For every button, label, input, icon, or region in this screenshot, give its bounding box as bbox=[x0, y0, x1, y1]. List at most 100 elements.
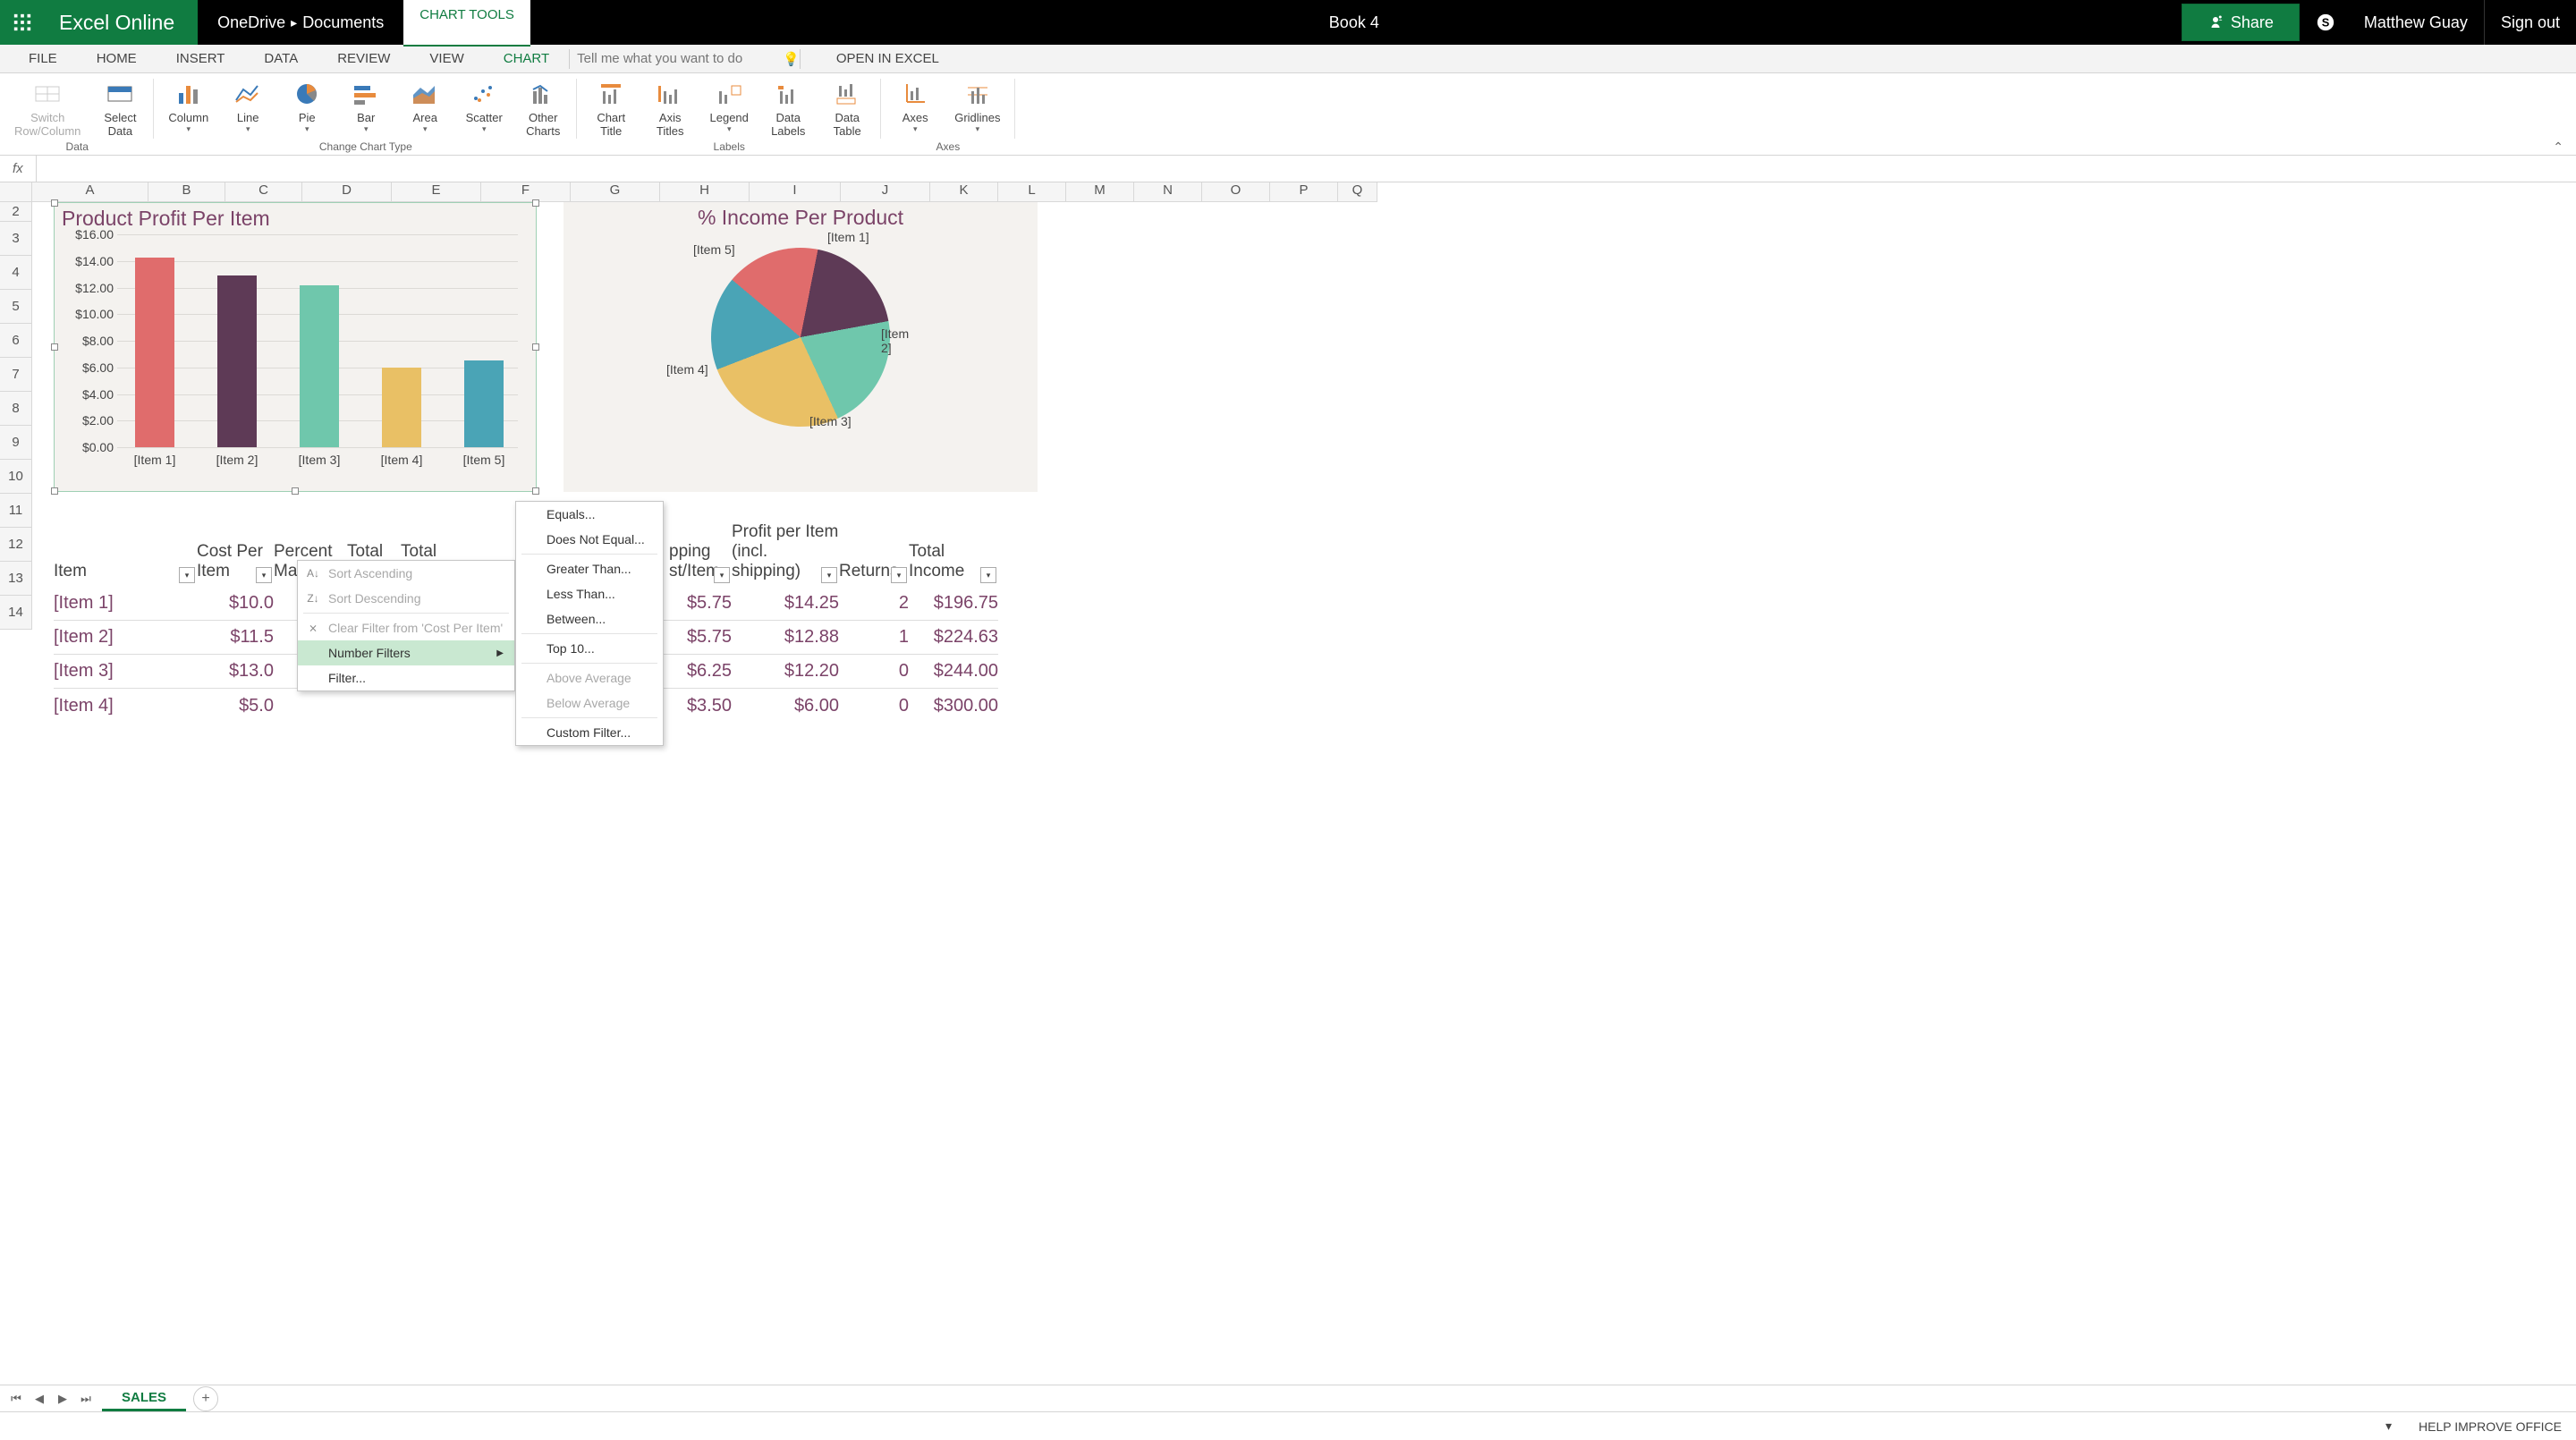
other-charts-button[interactable]: Other Charts bbox=[516, 77, 570, 141]
less-than-item[interactable]: Less Than... bbox=[516, 581, 663, 606]
column-header[interactable]: C bbox=[225, 182, 302, 202]
column-header[interactable]: G bbox=[571, 182, 660, 202]
filter-dropdown-button[interactable]: ▾ bbox=[821, 567, 837, 583]
row-header[interactable]: 3 bbox=[0, 222, 32, 256]
gridlines-button[interactable]: Gridlines▾ bbox=[947, 77, 1007, 141]
sort-descending-item[interactable]: Z↓Sort Descending bbox=[298, 586, 514, 611]
data-labels-button[interactable]: Data Labels bbox=[761, 77, 815, 141]
select-data-button[interactable]: Select Data bbox=[93, 77, 147, 141]
sheet-nav-next[interactable]: ▶ bbox=[52, 1388, 73, 1410]
row-header[interactable]: 12 bbox=[0, 528, 32, 562]
column-header[interactable]: L bbox=[998, 182, 1066, 202]
bar-chart-button[interactable]: Bar▾ bbox=[339, 77, 393, 141]
column-header[interactable]: P bbox=[1270, 182, 1338, 202]
table-cell[interactable]: $13.0 bbox=[197, 661, 274, 682]
table-cell[interactable]: [Item 3] bbox=[54, 661, 197, 682]
resize-handle[interactable] bbox=[51, 199, 58, 207]
column-header[interactable]: D bbox=[302, 182, 392, 202]
row-header[interactable]: 8 bbox=[0, 392, 32, 426]
tab-chart[interactable]: CHART bbox=[484, 45, 569, 73]
table-cell[interactable]: $224.63 bbox=[909, 627, 998, 648]
custom-filter-item[interactable]: Custom Filter... bbox=[516, 720, 663, 745]
sheet-nav-prev[interactable]: ◀ bbox=[29, 1388, 50, 1410]
resize-handle[interactable] bbox=[532, 199, 539, 207]
table-cell[interactable]: 0 bbox=[839, 696, 909, 716]
row-header[interactable]: 14 bbox=[0, 596, 32, 630]
table-cell[interactable]: 1 bbox=[839, 627, 909, 648]
table-cell[interactable]: $6.25 bbox=[669, 661, 732, 682]
select-all-corner[interactable] bbox=[0, 182, 32, 202]
tab-data[interactable]: DATA bbox=[244, 45, 318, 73]
sheet-nav-first[interactable]: ⏮ bbox=[5, 1388, 27, 1410]
tab-insert[interactable]: INSERT bbox=[157, 45, 245, 73]
table-cell[interactable]: $12.88 bbox=[732, 627, 839, 648]
top-10-item[interactable]: Top 10... bbox=[516, 636, 663, 661]
column-header[interactable]: N bbox=[1134, 182, 1202, 202]
number-filters-item[interactable]: Number Filters▶ bbox=[298, 640, 514, 665]
breadcrumb[interactable]: OneDrive ▸ Documents bbox=[198, 0, 403, 45]
column-header[interactable]: E bbox=[392, 182, 481, 202]
skype-button[interactable]: S bbox=[2303, 0, 2348, 45]
pie-chart-object[interactable]: % Income Per Product [Item 1][Item 2][It… bbox=[564, 202, 1038, 492]
row-header[interactable]: 5 bbox=[0, 290, 32, 324]
bar-chart-object[interactable]: Product Profit Per Item $0.00$2.00$4.00$… bbox=[54, 202, 537, 492]
row-header[interactable]: 4 bbox=[0, 256, 32, 290]
axis-titles-button[interactable]: Axis Titles bbox=[643, 77, 697, 141]
tellme-input[interactable] bbox=[577, 51, 774, 66]
chart-tools-tab[interactable]: CHART TOOLS bbox=[403, 0, 530, 47]
column-header[interactable]: I bbox=[750, 182, 841, 202]
scatter-chart-button[interactable]: Scatter▾ bbox=[457, 77, 511, 141]
chart-title-button[interactable]: Chart Title bbox=[584, 77, 638, 141]
table-cell[interactable]: $14.25 bbox=[732, 593, 839, 614]
does-not-equal-item[interactable]: Does Not Equal... bbox=[516, 527, 663, 552]
table-cell[interactable]: $6.00 bbox=[732, 696, 839, 716]
column-header[interactable]: K bbox=[930, 182, 998, 202]
row-header[interactable]: 10 bbox=[0, 460, 32, 494]
filter-dropdown-button[interactable]: ▾ bbox=[714, 567, 730, 583]
app-launcher[interactable] bbox=[0, 0, 45, 45]
open-in-excel-link[interactable]: OPEN IN EXCEL bbox=[817, 45, 959, 73]
table-cell[interactable]: $3.50 bbox=[669, 696, 732, 716]
help-improve-link[interactable]: HELP IMPROVE OFFICE bbox=[2419, 1419, 2562, 1434]
filter-dropdown-button[interactable]: ▾ bbox=[891, 567, 907, 583]
filter-dropdown-button[interactable]: ▾ bbox=[179, 567, 195, 583]
tab-home[interactable]: HOME bbox=[77, 45, 157, 73]
row-header[interactable]: 2 bbox=[0, 202, 32, 222]
filter-dropdown-button[interactable]: ▾ bbox=[980, 567, 996, 583]
collapse-ribbon-button[interactable]: ⌃ bbox=[2540, 73, 2576, 155]
table-cell[interactable]: $10.0 bbox=[197, 593, 274, 614]
table-cell[interactable]: 0 bbox=[839, 661, 909, 682]
row-header[interactable]: 6 bbox=[0, 324, 32, 358]
column-header[interactable]: F bbox=[481, 182, 571, 202]
table-cell[interactable]: $12.20 bbox=[732, 661, 839, 682]
column-header[interactable]: O bbox=[1202, 182, 1270, 202]
table-cell[interactable]: $196.75 bbox=[909, 593, 998, 614]
row-header[interactable]: 9 bbox=[0, 426, 32, 460]
column-header[interactable]: A bbox=[32, 182, 148, 202]
column-header[interactable]: M bbox=[1066, 182, 1134, 202]
row-header[interactable]: 13 bbox=[0, 562, 32, 596]
table-cell[interactable]: $5.0 bbox=[197, 696, 274, 716]
add-sheet-button[interactable]: + bbox=[193, 1386, 218, 1411]
tab-file[interactable]: FILE bbox=[9, 45, 77, 73]
tab-view[interactable]: VIEW bbox=[410, 45, 483, 73]
row-header[interactable]: 7 bbox=[0, 358, 32, 392]
document-title[interactable]: Book 4 bbox=[530, 0, 2178, 45]
user-name[interactable]: Matthew Guay bbox=[2348, 0, 2484, 45]
filter-item[interactable]: Filter... bbox=[298, 665, 514, 690]
row-header[interactable]: 11 bbox=[0, 494, 32, 528]
table-cell[interactable]: [Item 2] bbox=[54, 627, 197, 648]
tab-review[interactable]: REVIEW bbox=[318, 45, 410, 73]
equals-item[interactable]: Equals... bbox=[516, 502, 663, 527]
line-chart-button[interactable]: Line▾ bbox=[221, 77, 275, 141]
table-cell[interactable]: $5.75 bbox=[669, 593, 732, 614]
resize-handle[interactable] bbox=[51, 487, 58, 495]
column-header[interactable]: H bbox=[660, 182, 750, 202]
greater-than-item[interactable]: Greater Than... bbox=[516, 556, 663, 581]
sheet-tab-sales[interactable]: SALES bbox=[102, 1385, 186, 1411]
table-cell[interactable]: $5.75 bbox=[669, 627, 732, 648]
table-cell[interactable]: $300.00 bbox=[909, 696, 998, 716]
between-item[interactable]: Between... bbox=[516, 606, 663, 631]
below-average-item[interactable]: Below Average bbox=[516, 690, 663, 716]
sort-ascending-item[interactable]: A↓Sort Ascending bbox=[298, 561, 514, 586]
